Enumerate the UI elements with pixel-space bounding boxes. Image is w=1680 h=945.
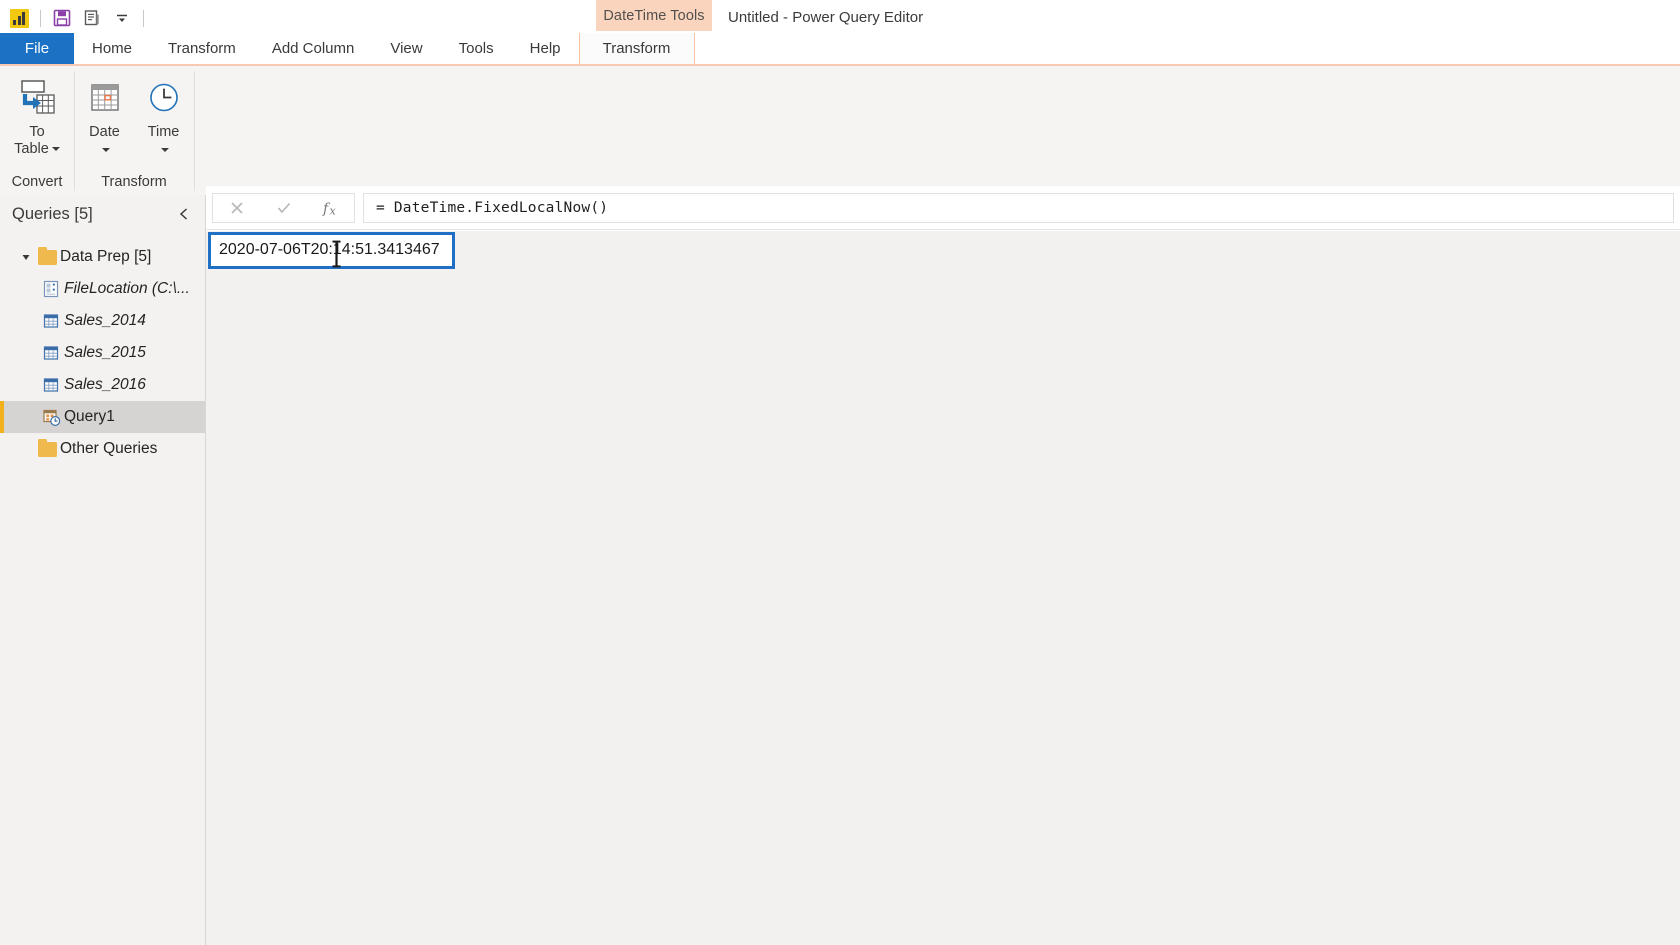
query-item-label: Sales_2016 [64, 376, 146, 393]
power-query-editor-window: DateTime Tools Untitled - Power Query Ed… [0, 0, 1680, 945]
clock-icon [144, 75, 184, 121]
table-icon [38, 344, 64, 362]
parameter-icon [38, 280, 64, 298]
query-item-label: Query1 [64, 408, 115, 425]
formula-bar-buttons: f x [212, 192, 355, 223]
svg-text:x: x [329, 204, 336, 217]
ribbon-group-label-transform: Transform [101, 174, 167, 190]
title-bar: DateTime Tools Untitled - Power Query Ed… [0, 0, 1680, 36]
calendar-icon [85, 75, 125, 121]
query-group-label: Other Queries [60, 440, 158, 457]
formula-bar: f x = DateTime.FixedLocalNow() [206, 186, 1680, 230]
time-button[interactable]: Time [134, 75, 193, 159]
ribbon-group-transform: Date Time Transform [75, 66, 193, 197]
query-item-label: Sales_2014 [64, 312, 146, 329]
query-item-sales-2014[interactable]: Sales_2014 [0, 305, 205, 337]
queries-pane: Queries [5] Data Prep [5] FileLocation (… [0, 195, 206, 945]
tab-add-column[interactable]: Add Column [254, 33, 373, 64]
query-group-data-prep[interactable]: Data Prep [5] [0, 241, 205, 273]
customize-qat-icon[interactable] [107, 3, 137, 33]
table-icon [38, 376, 64, 394]
checkmark-icon[interactable] [260, 194, 307, 222]
contextual-tab-group-header: DateTime Tools [596, 0, 712, 31]
tab-view[interactable]: View [372, 33, 440, 64]
close-icon[interactable] [213, 194, 260, 222]
ribbon: To Table Convert Date Time Transform [0, 64, 1680, 195]
to-table-label-line1: To [29, 124, 45, 140]
date-label: Date [89, 124, 120, 140]
to-table-icon [15, 75, 59, 121]
save-icon[interactable] [47, 3, 77, 33]
time-label: Time [147, 124, 180, 140]
fx-icon[interactable]: f x [307, 194, 354, 222]
power-bi-logo[interactable] [4, 3, 34, 33]
queries-pane-header: Queries [5] [0, 195, 205, 233]
chevron-left-icon[interactable] [173, 203, 195, 225]
to-table-button[interactable]: To Table [0, 75, 74, 158]
tab-file[interactable]: File [0, 33, 74, 64]
query-item-label: FileLocation (C:\... [64, 280, 190, 297]
formula-input[interactable]: = DateTime.FixedLocalNow() [363, 192, 1674, 223]
date-caret-icon[interactable] [101, 148, 110, 153]
tab-datetime-transform[interactable]: Transform [578, 33, 695, 64]
result-canvas: 2020-07-06T20:14:51.3413467 [206, 231, 1680, 945]
tab-transform[interactable]: Transform [150, 33, 254, 64]
date-button[interactable]: Date [75, 75, 134, 159]
tab-tools[interactable]: Tools [441, 33, 512, 64]
table-icon [38, 312, 64, 330]
time-caret-icon[interactable] [161, 148, 169, 153]
datetime-value[interactable]: 2020-07-06T20:14:51.3413467 [219, 241, 440, 258]
query-group-other-queries[interactable]: Other Queries [0, 433, 205, 465]
properties-icon[interactable] [77, 3, 107, 33]
qat-divider-2 [143, 9, 144, 27]
to-table-label-line2: Table [14, 141, 49, 157]
query-item-label: Sales_2015 [64, 344, 146, 361]
datetime-value-highlight: 2020-07-06T20:14:51.3413467 [208, 232, 455, 269]
query-item-sales-2015[interactable]: Sales_2015 [0, 337, 205, 369]
qat-divider-1 [40, 9, 41, 27]
query-item-query1[interactable]: Query1 [0, 401, 205, 433]
query-item-sales-2016[interactable]: Sales_2016 [0, 369, 205, 401]
query-group-label: Data Prep [5] [60, 248, 152, 265]
ribbon-group-convert: To Table Convert [0, 66, 74, 197]
tab-help[interactable]: Help [512, 33, 579, 64]
tab-home[interactable]: Home [74, 33, 150, 64]
window-title: Untitled - Power Query Editor [728, 9, 924, 26]
queries-list: Data Prep [5] FileLocation (C:\... Sales… [0, 233, 205, 465]
folder-icon [34, 246, 60, 265]
ribbon-group-label-convert: Convert [11, 174, 63, 190]
folder-icon [34, 438, 60, 457]
query-item-filelocation[interactable]: FileLocation (C:\... [0, 273, 205, 305]
datetime-icon [38, 408, 64, 427]
queries-pane-title: Queries [5] [12, 204, 93, 223]
ribbon-tab-strip: File Home Transform Add Column View Tool… [0, 33, 1680, 64]
contextual-tab-group-label: DateTime Tools [603, 7, 705, 24]
to-table-caret-icon[interactable] [51, 147, 60, 152]
ribbon-group-separator-2 [194, 71, 195, 191]
quick-access-toolbar [0, 3, 150, 33]
expand-arrow-icon[interactable] [18, 252, 34, 262]
